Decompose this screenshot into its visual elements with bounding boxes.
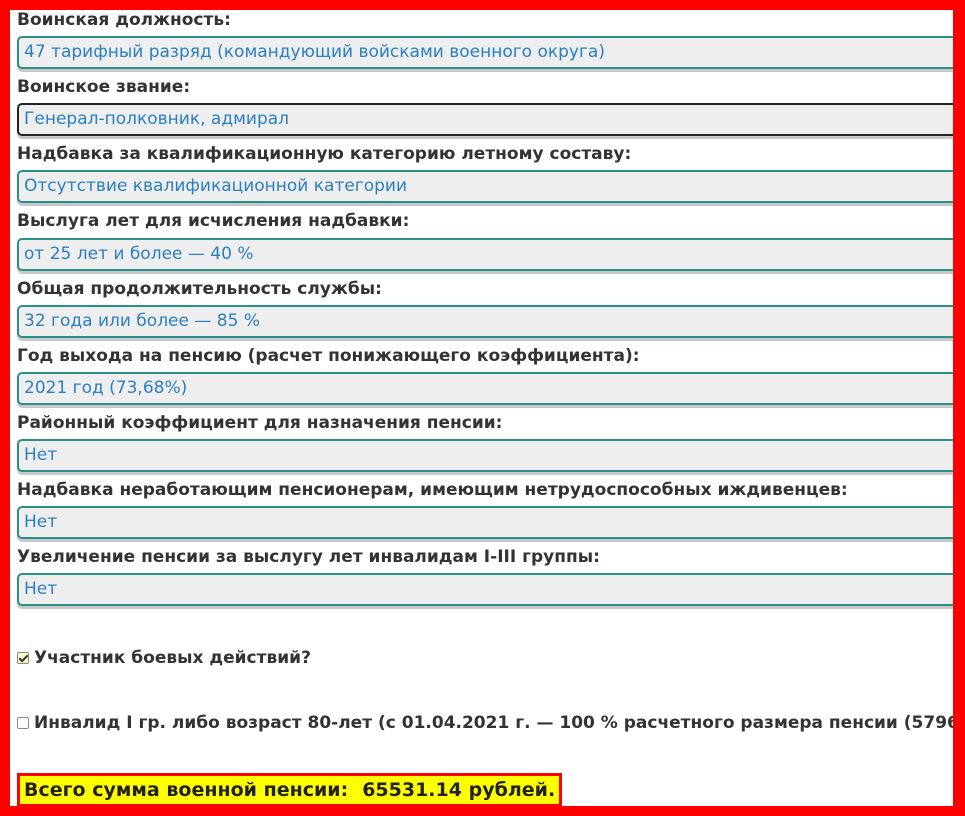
disability-age-checkbox[interactable] — [17, 717, 29, 729]
qualification-bonus-select[interactable]: Отсутствие квалификационной категории — [17, 170, 965, 203]
retirement-year-select[interactable]: 2021 год (73,68%) — [17, 372, 965, 405]
combat-veteran-checkbox[interactable] — [17, 652, 29, 664]
total-service-label: Общая продолжительность службы: — [17, 279, 382, 299]
service-years-bonus-select[interactable]: от 25 лет и более — 40 % — [17, 238, 965, 271]
dependents-bonus-select[interactable]: Нет — [17, 506, 965, 539]
total-prefix: Всего сумма военной пенсии: — [24, 779, 349, 801]
total-amount: 65531.14 — [362, 779, 462, 801]
total-suffix: рублей. — [468, 779, 556, 801]
total-service-select[interactable]: 32 года или более — 85 % — [17, 305, 965, 338]
service-years-bonus-label: Выслуга лет для исчисления надбавки: — [17, 211, 410, 231]
qualification-bonus-label: Надбавка за квалификационную категорию л… — [17, 144, 632, 164]
combat-veteran-label: Участник боевых действий? — [34, 648, 311, 668]
dependents-bonus-label: Надбавка неработающим пенсионерам, имеющ… — [17, 480, 848, 500]
military-position-select[interactable]: 47 тарифный разряд (командующий войсками… — [17, 36, 965, 69]
military-rank-select[interactable]: Генерал-полковник, адмирал — [17, 103, 965, 136]
pension-calculator-form: Воинская должность: 47 тарифный разряд (… — [17, 0, 965, 816]
military-position-label: Воинская должность: — [17, 10, 231, 30]
disability-increase-label: Увеличение пенсии за выслугу лет инвалид… — [17, 547, 600, 567]
military-rank-label: Воинское звание: — [17, 77, 191, 97]
disability-age-label: Инвалид I гр. либо возраст 80-лет (с 01.… — [34, 713, 965, 733]
retirement-year-label: Год выхода на пенсию (расчет понижающего… — [17, 346, 640, 366]
disability-increase-select[interactable]: Нет — [17, 573, 965, 606]
regional-coefficient-label: Районный коэффициент для назначения пенс… — [17, 413, 503, 433]
disability-age-option[interactable]: Инвалид I гр. либо возраст 80-лет (с 01.… — [17, 713, 965, 733]
total-pension-result: Всего сумма военной пенсии: 65531.14 рубл… — [17, 773, 563, 807]
regional-coefficient-select[interactable]: Нет — [17, 439, 965, 472]
combat-veteran-option[interactable]: Участник боевых действий? — [17, 648, 311, 668]
